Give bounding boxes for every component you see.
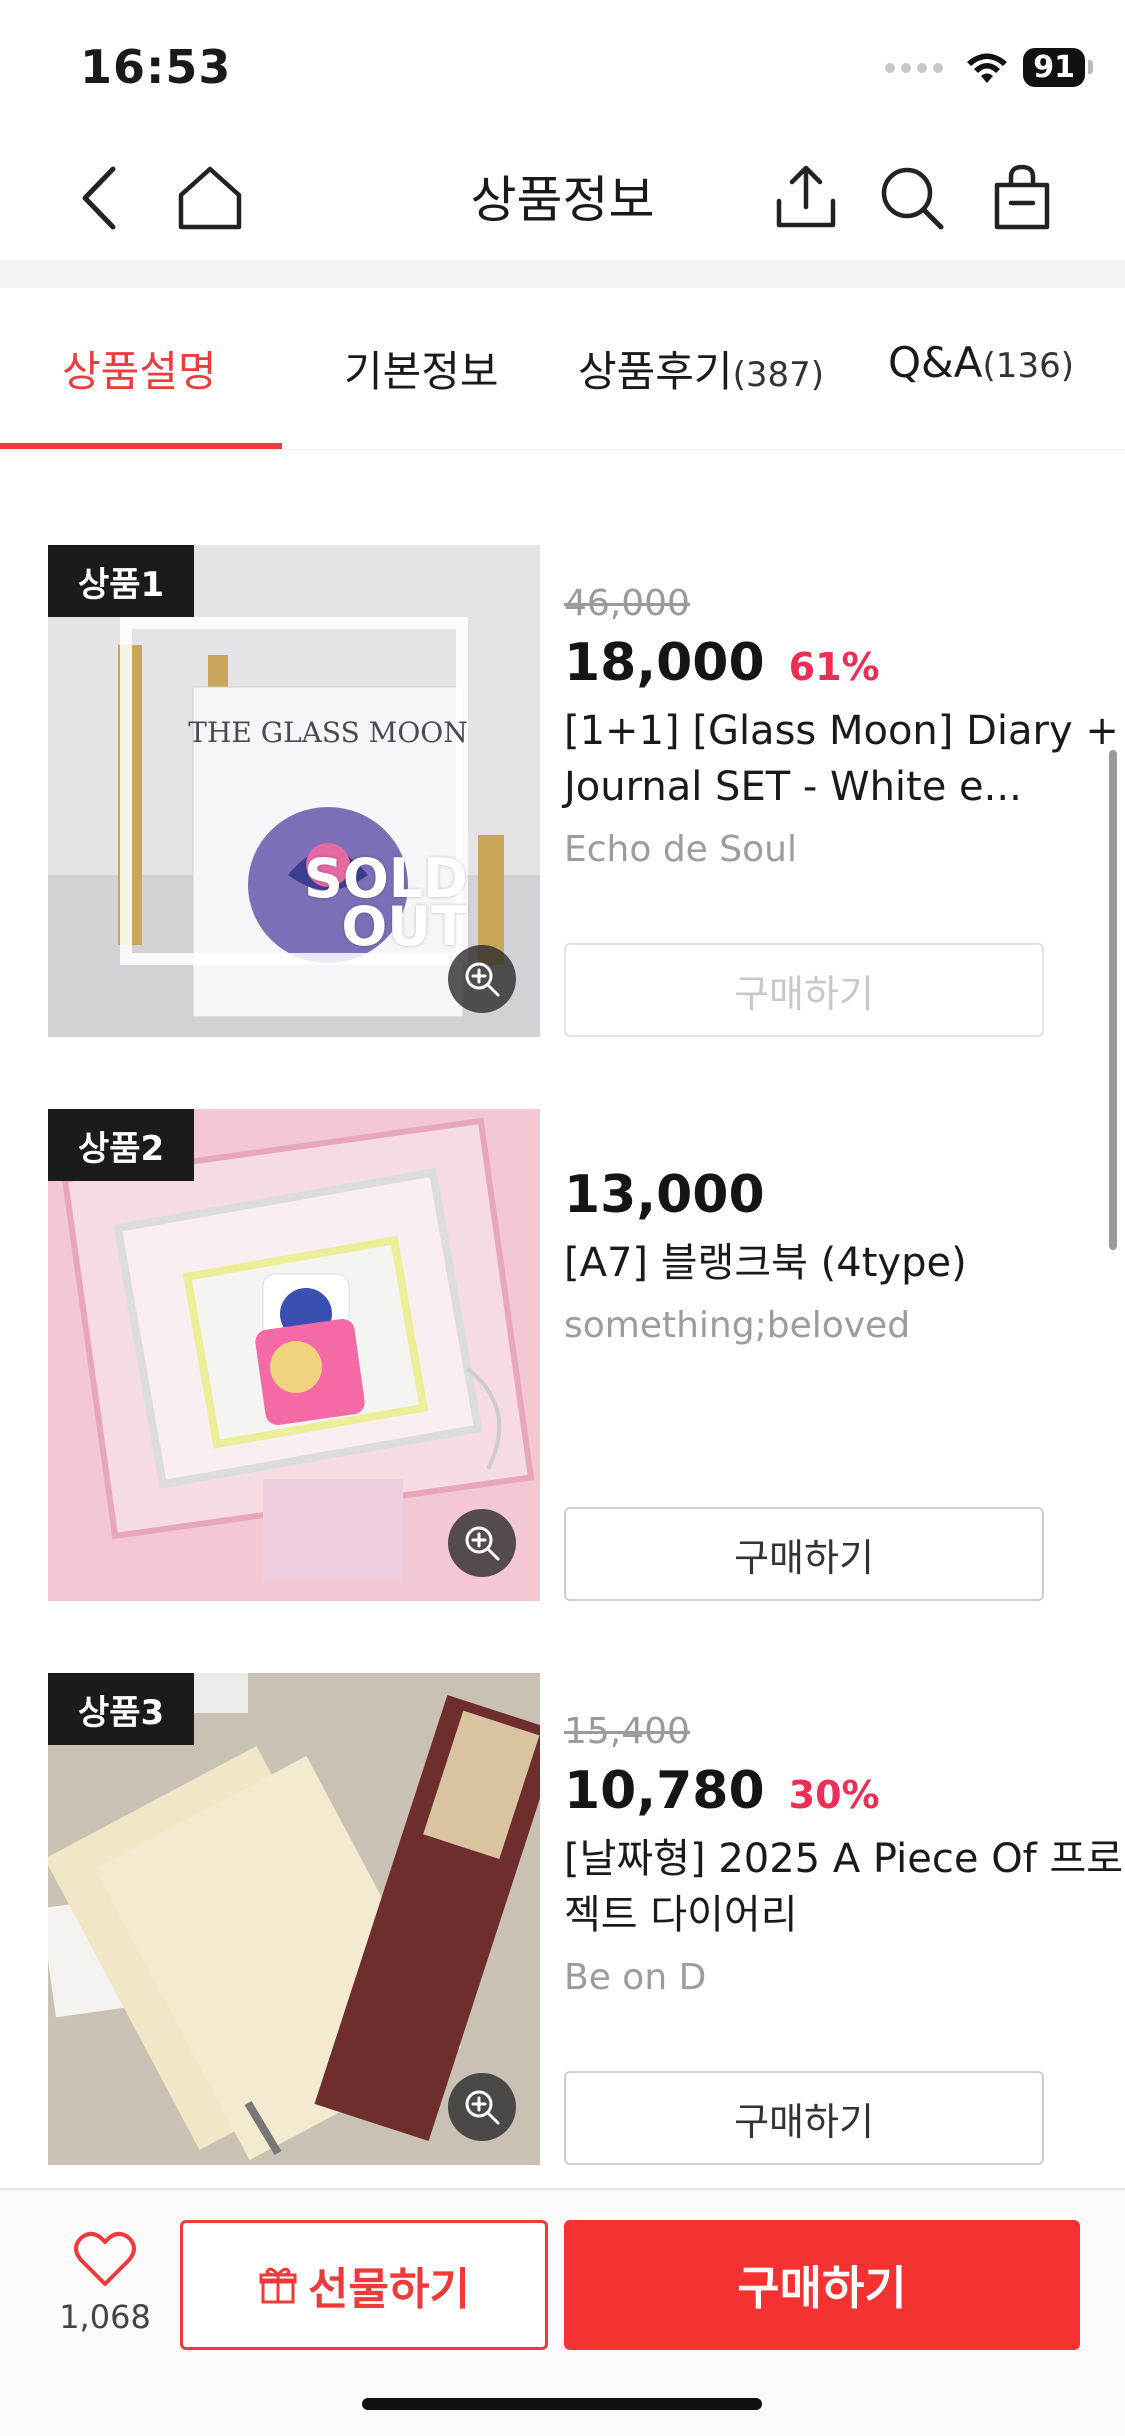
scrollbar[interactable] (1109, 750, 1117, 1250)
sale-price: 18,000 (564, 633, 765, 693)
product-item: 상품3 15,400 10,780 30% [날짜형] 2025 A Piece… (48, 1673, 1123, 2165)
signal-icon (885, 62, 944, 73)
product-image[interactable]: 상품2 (48, 1109, 540, 1601)
gift-button[interactable]: 선물하기 (180, 2220, 548, 2350)
like-button[interactable]: 1,068 (40, 2230, 170, 2336)
buy-button[interactable]: 구매하기 (564, 2071, 1044, 2165)
sale-price: 13,000 (564, 1165, 765, 1225)
zoom-icon[interactable] (448, 2073, 516, 2141)
tab-reviews[interactable]: 상품후기(387) (578, 338, 824, 399)
product-image[interactable]: 상품3 (48, 1673, 540, 2165)
product-info: 46,000 18,000 61% [1+1] [Glass Moon] Dia… (564, 545, 1124, 870)
seller-name[interactable]: Be on D (564, 1957, 1124, 1998)
like-count: 1,068 (59, 2298, 151, 2336)
product-item: THE GLASS MOON SOLD OUT 상품1 46,000 18,000… (48, 545, 1119, 1037)
gift-icon (259, 2267, 297, 2304)
product-badge: 상품1 (48, 545, 195, 617)
app-header: 상품정보 (0, 130, 1125, 260)
cover-title: THE GLASS MOON (188, 716, 467, 749)
tab-basic-info[interactable]: 기본정보 (344, 338, 499, 399)
share-icon[interactable] (768, 160, 844, 236)
home-indicator (362, 2398, 762, 2410)
status-bar: 16:53 91 (0, 0, 1125, 130)
status-time: 16:53 (80, 40, 232, 94)
review-count: (387) (732, 355, 824, 395)
search-icon[interactable] (874, 160, 950, 236)
battery-indicator: 91 (1023, 48, 1093, 87)
original-price: 46,000 (564, 583, 690, 624)
buy-button[interactable]: 구매하기 (564, 1507, 1044, 1601)
page-title: 상품정보 (470, 171, 655, 229)
product-name[interactable]: [A7] 블랭크북 (4type) (564, 1235, 1124, 1291)
product-info: 15,400 10,780 30% [날짜형] 2025 A Piece Of … (564, 1673, 1124, 1998)
discount-rate: 61% (788, 645, 880, 689)
seller-name[interactable]: something;beloved (564, 1305, 1124, 1346)
tab-qna[interactable]: Q&A(136) (888, 338, 1074, 387)
active-tab-indicator (0, 443, 282, 449)
product-badge: 상품2 (48, 1109, 195, 1181)
qna-count: (136) (982, 346, 1074, 386)
product-image[interactable]: THE GLASS MOON SOLD OUT 상품1 (48, 545, 540, 1037)
buy-button[interactable]: 구매하기 (564, 943, 1044, 1037)
seller-name[interactable]: Echo de Soul (564, 829, 1124, 870)
product-badge: 상품3 (48, 1673, 195, 1745)
wifi-icon (967, 53, 1008, 83)
tab-description[interactable]: 상품설명 (62, 338, 217, 399)
detail-tabs: 상품설명 기본정보 상품후기(387) Q&A(136) (0, 288, 1125, 450)
product-name[interactable]: [1+1] [Glass Moon] Diary + Journal SET -… (564, 703, 1124, 815)
gift-label: 선물하기 (308, 2264, 470, 2315)
status-icons: 91 (885, 48, 1093, 87)
shopping-bag-icon[interactable] (984, 160, 1060, 236)
sold-out-overlay: SOLD OUT (303, 847, 468, 958)
product-item: 상품2 13,000 [A7] 블랭크북 (4type) something;b… (48, 1109, 1078, 1601)
purchase-button[interactable]: 구매하기 (564, 2220, 1080, 2350)
heart-icon (74, 2231, 136, 2286)
original-price: 15,400 (564, 1711, 690, 1752)
section-divider (0, 260, 1125, 288)
zoom-icon[interactable] (448, 1509, 516, 1577)
sale-price: 10,780 (564, 1761, 765, 1821)
zoom-icon[interactable] (448, 945, 516, 1013)
product-info: 13,000 [A7] 블랭크북 (4type) something;belov… (564, 1109, 1124, 1346)
discount-rate: 30% (788, 1773, 880, 1817)
product-name[interactable]: [날짜형] 2025 A Piece Of 프로젝트 다이어리 (564, 1831, 1124, 1943)
